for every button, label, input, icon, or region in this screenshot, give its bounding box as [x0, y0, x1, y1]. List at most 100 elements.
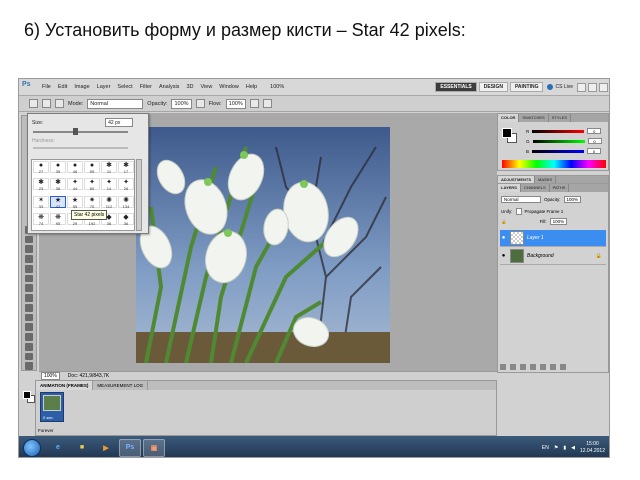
brush-preset-cell[interactable]: ✶ 33 [33, 195, 49, 209]
hand-tool-icon[interactable] [25, 352, 33, 361]
flow-field[interactable]: 100% [225, 98, 246, 109]
menu-help[interactable]: Help [246, 84, 257, 90]
tab-paths[interactable]: PATHS [550, 184, 570, 192]
lock-icons[interactable]: 🔒 [501, 219, 507, 225]
channel-g-slider[interactable] [532, 139, 585, 143]
status-zoom-field[interactable]: 100% [41, 372, 60, 380]
eye-icon[interactable]: ● [500, 235, 507, 242]
link-layers-icon[interactable] [500, 364, 506, 370]
channel-g-value[interactable]: 0 [587, 138, 602, 144]
minimize-button[interactable] [577, 82, 586, 92]
history-brush-tool-icon[interactable] [25, 245, 33, 254]
dodge-tool-icon[interactable] [25, 284, 33, 293]
workspace-design[interactable]: DESIGN [478, 82, 508, 92]
blur-tool-icon[interactable] [25, 274, 33, 283]
shape-tool-icon[interactable] [25, 323, 33, 332]
menu-analysis[interactable]: Analysis [159, 84, 179, 90]
color-panel-foreground-swatch[interactable] [502, 128, 512, 138]
layer-style-icon[interactable] [510, 364, 516, 370]
zoom-tool-icon[interactable] [25, 362, 33, 371]
brush-preset-cell[interactable]: ✱ 36 [50, 178, 66, 191]
eye-icon[interactable]: ● [500, 253, 507, 260]
channel-r-value[interactable]: 0 [587, 128, 602, 134]
layer-name[interactable]: Layer 1 [527, 235, 544, 241]
brush-panel-icon[interactable] [55, 99, 64, 108]
3d-rotate-tool-icon[interactable] [25, 333, 33, 341]
menu-file[interactable]: File [42, 84, 51, 90]
brush-preset-cell[interactable]: ● 27 [33, 161, 49, 174]
brush-preset-cell[interactable]: ★ 55 [67, 195, 83, 209]
animation-frame-1[interactable]: 0 sec. [40, 392, 64, 422]
media-player-icon[interactable]: ▶ [95, 439, 117, 457]
brush-picker-toggle-icon[interactable] [42, 99, 51, 108]
tab-styles[interactable]: STYLES [549, 114, 572, 122]
opacity-field[interactable]: 100% [171, 98, 192, 109]
menu-image[interactable]: Image [74, 84, 89, 90]
tab-layers[interactable]: LAYERS [498, 184, 521, 192]
menu-window[interactable]: Window [219, 84, 239, 90]
language-indicator[interactable]: EN [542, 445, 549, 451]
brush-preset-cell[interactable]: ✱ 17 [118, 161, 134, 174]
gradient-tool-icon[interactable] [25, 264, 33, 273]
menu-select[interactable]: Select [117, 84, 132, 90]
explorer-folder-icon[interactable]: ■ [71, 439, 93, 457]
frame-delay[interactable]: 0 sec. [43, 415, 54, 420]
fill-field[interactable]: 100% [549, 218, 568, 225]
blend-mode-dropdown[interactable]: Normal [501, 196, 541, 203]
tray-flag-icon[interactable]: ⚑ [554, 445, 558, 451]
adjustment-layer-icon[interactable] [530, 364, 536, 370]
tab-swatches[interactable]: SWATCHES [519, 114, 549, 122]
tab-color[interactable]: COLOR [498, 114, 520, 122]
delete-layer-icon[interactable] [560, 364, 566, 370]
powerpoint-taskbar-icon[interactable]: ▣ [143, 438, 165, 457]
internet-explorer-icon[interactable]: e [47, 439, 69, 457]
close-button[interactable] [599, 82, 608, 92]
channel-b-value[interactable]: 0 [587, 148, 602, 154]
clock[interactable]: 15:00 12.04.2012 [580, 441, 605, 455]
menu-view[interactable]: View [200, 84, 212, 90]
layer-row-layer-1[interactable]: ● Layer 1 [500, 230, 606, 247]
eraser-tool-icon[interactable] [25, 255, 33, 263]
channel-b-slider[interactable] [532, 149, 585, 153]
propagate-checkbox[interactable] [515, 208, 522, 215]
brush-preset-cell[interactable]: ★ 42 [50, 195, 66, 209]
maximize-button[interactable] [588, 82, 597, 92]
brush-preset-cell[interactable]: ✺ 134 [118, 195, 134, 209]
menu-edit[interactable]: Edit [58, 84, 67, 90]
photoshop-taskbar-icon[interactable]: Ps [119, 438, 141, 457]
snowdrops-photo[interactable] [136, 127, 390, 363]
cs-live[interactable]: CS Live [547, 84, 573, 90]
workspace-essentials[interactable]: ESSENTIALS [435, 82, 477, 92]
start-button[interactable] [23, 438, 41, 457]
brush-preset-cell[interactable]: ✦ 60 [84, 178, 100, 191]
new-group-icon[interactable] [540, 364, 546, 370]
layer-row-background[interactable]: ● Background 🔒 [500, 248, 606, 265]
layer-name[interactable]: Background [527, 253, 554, 259]
add-mask-icon[interactable] [520, 364, 526, 370]
brush-size-slider-knob[interactable] [73, 128, 78, 135]
brush-preset-cell[interactable]: ● 39 [50, 161, 66, 174]
workspace-painting[interactable]: PAINTING [509, 82, 544, 92]
brush-preset-cell[interactable]: ● 46 [67, 161, 83, 174]
menu-filter[interactable]: Filter [140, 84, 152, 90]
menu-3d[interactable]: 3D [186, 84, 193, 90]
foreground-color-swatch[interactable] [23, 391, 31, 399]
new-layer-icon[interactable] [550, 364, 556, 370]
brush-preset-cell[interactable]: ✦ 44 [67, 178, 83, 191]
brush-preset-cell[interactable]: ◆ 36 [118, 212, 134, 226]
brush-preset-cell[interactable]: ❋ 95 [50, 212, 66, 226]
channel-r-slider[interactable] [532, 129, 585, 133]
tab-animation-frames[interactable]: ANIMATION (FRAMES) [36, 381, 94, 390]
brush-presets-scrollbar[interactable] [136, 159, 142, 231]
brush-preset-cell[interactable]: ❋ 74 [33, 212, 49, 226]
pressure-size-icon[interactable] [262, 99, 272, 108]
menu-layer[interactable]: Layer [97, 84, 111, 90]
pen-tool-icon[interactable] [25, 294, 33, 302]
clone-stamp-tool-icon[interactable] [25, 235, 33, 244]
network-icon[interactable]: ▮ [563, 445, 566, 451]
brush-preset-cell[interactable]: ✷ 70 [84, 195, 100, 209]
brush-preset-cell[interactable]: ✱ 23 [33, 178, 49, 191]
brush-preset-cell[interactable]: ✱ 11 [101, 161, 117, 174]
brush-preset-cell[interactable]: ✦ 14 [101, 178, 117, 191]
brush-preset-cell[interactable]: ● 59 [84, 161, 100, 174]
